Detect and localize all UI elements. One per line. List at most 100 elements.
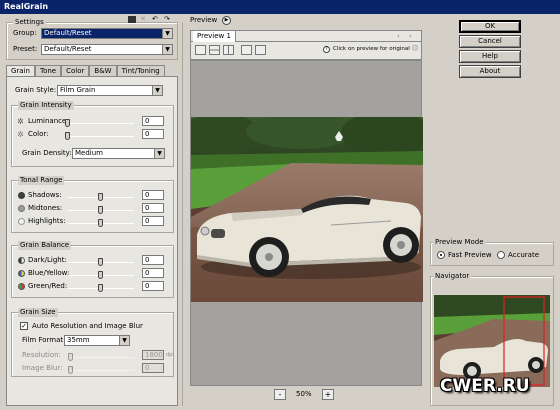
luminance-label: Luminance: — [28, 117, 69, 125]
resolution-slider-thumb[interactable] — [68, 353, 73, 361]
highlights-label: Highlights: — [28, 217, 66, 225]
grain-density-label: Grain Density: — [22, 149, 72, 157]
grain-balance-group: Grain Balance Dark/Light: 0 Blue/Yellow:… — [11, 241, 174, 298]
color-grain-icon: ✲ — [17, 130, 24, 139]
image-blur-value[interactable]: 0 — [142, 363, 164, 373]
film-format-select[interactable]: 35mm ▼ — [64, 335, 130, 346]
about-button[interactable]: About — [459, 65, 521, 78]
preview-canvas[interactable] — [190, 60, 423, 386]
chevron-down-icon: ▼ — [162, 29, 172, 38]
green-red-value[interactable]: 0 — [142, 281, 164, 291]
tab-color[interactable]: Color — [61, 65, 90, 76]
zoom-out-button[interactable]: - — [274, 389, 286, 400]
redo-icon[interactable]: ↷ — [164, 15, 170, 24]
luminance-value[interactable]: 0 — [142, 116, 164, 126]
tonal-range-legend: Tonal Range — [18, 176, 65, 185]
grain-size-group: Grain Size ✓ Auto Resolution and Image B… — [11, 308, 174, 377]
preset-select-value: Default/Reset — [44, 45, 92, 53]
delete-preview-icon[interactable] — [255, 45, 266, 55]
midtones-label: Midtones: — [28, 204, 63, 212]
green-red-slider-thumb[interactable] — [98, 284, 103, 292]
settings-legend: Settings — [13, 18, 46, 27]
film-format-value: 35mm — [67, 336, 90, 344]
preview-hint: Click on preview for original — [333, 46, 410, 52]
preview-toolbar: ? Click on preview for original ⚙ — [190, 42, 422, 60]
help-icon: ? — [323, 46, 330, 53]
group-select[interactable]: Default/Reset ▼ — [41, 28, 173, 39]
new-preview-icon[interactable] — [241, 45, 252, 55]
shadows-icon — [18, 192, 25, 199]
auto-resolution-label: Auto Resolution and Image Blur — [32, 322, 143, 330]
luminance-slider[interactable] — [68, 123, 134, 124]
settings-group: Settings Group: Default/Reset ▼ Preset: … — [6, 18, 178, 60]
navigator-thumbnail[interactable] — [434, 295, 550, 387]
color-value[interactable]: 0 — [142, 129, 164, 139]
chevron-down-icon: ▼ — [154, 149, 164, 158]
grain-style-value: Film Grain — [60, 86, 96, 94]
chevron-right-icon[interactable]: › — [409, 32, 412, 41]
ok-button[interactable]: OK — [459, 20, 521, 33]
single-view-icon[interactable] — [195, 45, 206, 55]
accurate-label: Accurate — [508, 251, 540, 259]
midtones-icon — [18, 205, 25, 212]
image-blur-slider[interactable] — [68, 370, 134, 371]
blue-yellow-slider-thumb[interactable] — [98, 271, 103, 279]
grain-style-label: Grain Style: — [15, 86, 57, 94]
fast-preview-label: Fast Preview — [448, 251, 492, 259]
midtones-slider-thumb[interactable] — [98, 206, 103, 214]
dark-light-label: Dark/Light: — [28, 256, 67, 264]
grain-style-select[interactable]: Film Grain ▼ — [57, 85, 163, 96]
image-blur-slider-thumb[interactable] — [68, 366, 73, 374]
cancel-button[interactable]: Cancel — [459, 35, 521, 48]
tab-tone[interactable]: Tone — [34, 65, 62, 76]
car-photo[interactable] — [191, 117, 423, 302]
green-red-label: Green/Red: — [28, 282, 68, 290]
tab-preview-1[interactable]: Preview 1 — [193, 31, 236, 42]
fast-preview-radio[interactable] — [437, 251, 445, 259]
preview-mode-legend: Preview Mode — [433, 238, 486, 247]
midtones-value[interactable]: 0 — [142, 203, 164, 213]
chevron-down-icon: ▼ — [119, 336, 129, 345]
save-icon[interactable] — [128, 16, 136, 23]
tab-bw[interactable]: B&W — [89, 65, 117, 76]
chevron-down-icon: ▼ — [152, 86, 162, 95]
luminance-slider-thumb[interactable] — [65, 119, 70, 127]
grain-intensity-group: Grain Intensity ✲ Luminance: 0 ✲ Color: … — [11, 101, 174, 167]
film-format-label: Film Format: — [22, 336, 66, 344]
shadows-slider-thumb[interactable] — [98, 193, 103, 201]
blue-yellow-value[interactable]: 0 — [142, 268, 164, 278]
grain-size-legend: Grain Size — [18, 308, 58, 317]
blue-yellow-label: Blue/Yellow: — [28, 269, 70, 277]
preview-play-icon[interactable]: ▶ — [222, 16, 231, 25]
zoom-in-button[interactable]: + — [322, 389, 334, 400]
accurate-radio[interactable] — [497, 251, 505, 259]
dark-light-value[interactable]: 0 — [142, 255, 164, 265]
undo-icon[interactable]: ↶ — [152, 15, 158, 24]
highlights-value[interactable]: 0 — [142, 216, 164, 226]
tab-tint-toning[interactable]: Tint/Toning — [116, 65, 165, 76]
grain-density-select[interactable]: Medium ▼ — [72, 148, 165, 159]
blue-yellow-icon — [18, 270, 25, 277]
preset-select[interactable]: Default/Reset ▼ — [41, 44, 173, 55]
resolution-value[interactable]: 1800 — [142, 350, 164, 360]
delete-icon[interactable]: ✕ — [140, 15, 146, 24]
shadows-value[interactable]: 0 — [142, 190, 164, 200]
split-vertical-icon[interactable] — [223, 45, 234, 55]
gear-icon[interactable]: ⚙ — [411, 45, 419, 54]
preview-tab-strip: Preview 1 ‹ › — [190, 30, 422, 42]
highlights-icon — [18, 218, 25, 225]
help-button[interactable]: Help — [459, 50, 521, 63]
preview-divider — [182, 22, 183, 406]
split-horizontal-icon[interactable] — [209, 45, 220, 55]
highlights-slider-thumb[interactable] — [98, 219, 103, 227]
dark-light-slider-thumb[interactable] — [98, 258, 103, 266]
group-label: Group: — [13, 29, 37, 37]
watermark-text: CWER.RU — [440, 376, 530, 396]
image-blur-label: Image Blur: — [22, 364, 63, 372]
preset-label: Preset: — [13, 45, 38, 53]
resolution-slider[interactable] — [68, 357, 134, 358]
color-slider[interactable] — [68, 136, 134, 137]
auto-resolution-checkbox[interactable]: ✓ — [20, 322, 28, 330]
chevron-left-icon[interactable]: ‹ — [397, 32, 400, 41]
color-slider-thumb[interactable] — [65, 132, 70, 140]
